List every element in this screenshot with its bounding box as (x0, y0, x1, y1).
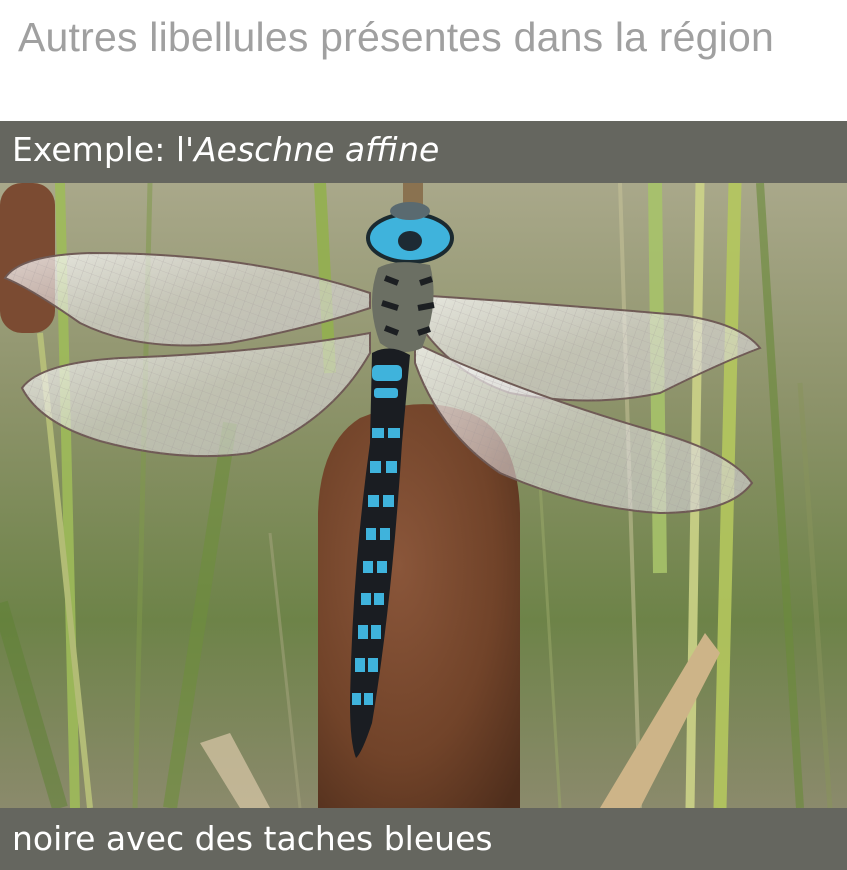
species-name: Aeschne affine (194, 130, 440, 169)
description-text: noire avec des taches bleues (12, 819, 493, 858)
page-title: Autres libellules présentes dans la régi… (18, 14, 774, 60)
dragonfly-photo (0, 183, 847, 808)
caption-prefix: Exemple: l' (12, 130, 195, 169)
caption-bar-bottom: noire avec des taches bleues (0, 808, 847, 870)
caption-bar-top: Exemple: l'Aeschne affine (0, 121, 847, 183)
